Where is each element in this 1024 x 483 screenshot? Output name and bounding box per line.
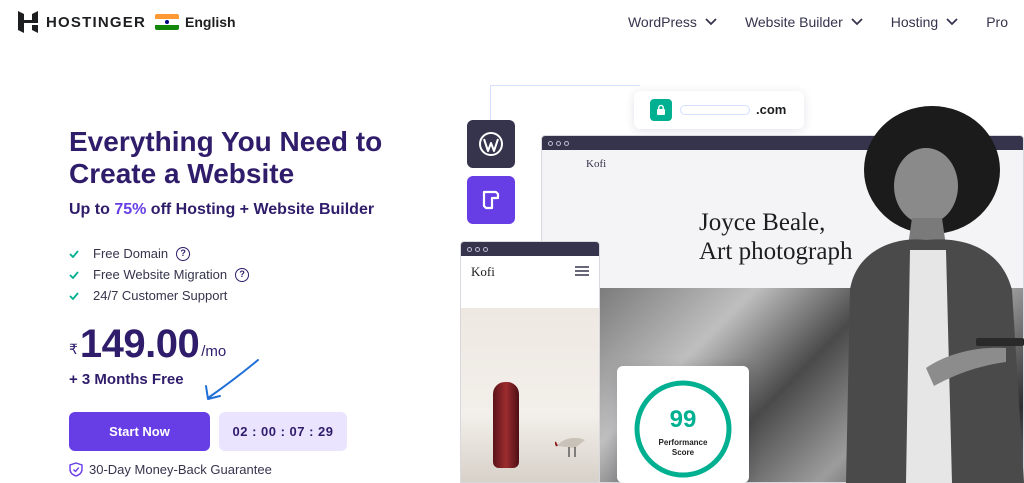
feature-label: Free Website Migration [93,267,228,282]
nav-item-website-builder[interactable]: Website Builder [745,14,863,30]
nav-item-label: Pro [986,14,1008,30]
shield-check-icon [69,462,83,477]
feature-item-free-domain: Free Domain ? [69,243,249,264]
vase-image [493,382,519,468]
hostinger-logo[interactable]: HOSTINGER [18,11,146,33]
nav-item-label: Website Builder [744,14,843,30]
countdown-timer: 02 : 00 : 07 : 29 [219,412,347,451]
chevron-down-icon [705,18,717,26]
nav-item-wordpress[interactable]: WordPress [628,14,717,30]
lock-icon [650,99,672,121]
main-nav: WordPress Website Builder Hosting Pro [628,14,1008,30]
website-builder-icon [467,176,515,224]
website-preview-mobile: Kofi [460,241,600,483]
bonus-offer: + 3 Months Free [69,371,184,388]
subtitle-suffix: off Hosting + Website Builder [146,201,375,218]
nav-item-hosting[interactable]: Hosting [891,14,958,30]
domain-card: .com [634,91,804,129]
subtitle-prefix: Up to [69,201,115,218]
person-photo [846,106,1024,483]
browser-titlebar [461,242,599,256]
nav-item-label: Hosting [890,14,939,30]
price-amount: 149.00 [79,322,200,366]
performance-score: 99 [669,406,697,433]
chevron-down-icon [851,18,863,26]
mobile-site-brand: Kofi [471,264,495,279]
language-selector[interactable]: English [155,14,236,30]
help-icon[interactable]: ? [235,267,250,282]
hand-drawn-arrow-icon [205,359,259,400]
wordpress-icon [467,120,515,168]
hero-title: Everything You Need to Create a Website [69,126,383,189]
hamburger-menu-icon [575,266,589,276]
help-icon[interactable]: ? [176,246,191,261]
performance-score-card: 99 Performance Score [617,366,749,483]
money-back-guarantee: 30-Day Money-Back Guarantee [69,462,272,477]
language-label: English [185,14,236,30]
feature-list: Free Domain ? Free Website Migration ? 2… [69,243,250,306]
feature-item-website-migration: Free Website Migration ? [69,264,250,285]
check-icon [69,291,79,300]
domain-input-mock [680,105,750,115]
hostinger-logo-icon [18,11,38,33]
feature-label: Free Domain [93,246,169,261]
start-now-button[interactable]: Start Now [69,412,210,451]
price-currency: ₹ [69,341,78,357]
nav-item-pro[interactable]: Pro [986,14,1008,30]
bird-figure-icon [555,438,585,457]
discount-percentage: 75% [114,201,147,218]
check-icon [69,249,79,258]
chevron-down-icon [946,18,958,26]
domain-tld: .com [756,102,787,117]
hero-subtitle: Up to 75% off Hosting + Website Builder [69,201,374,219]
nav-item-label: WordPress [627,14,697,30]
brand-name: HOSTINGER [46,13,146,31]
guarantee-label: 30-Day Money-Back Guarantee [89,462,272,477]
feature-item-customer-support: 24/7 Customer Support [69,285,249,306]
india-flag-icon [155,14,179,30]
check-icon [69,270,79,279]
connector-line [490,85,640,125]
feature-label: 24/7 Customer Support [93,288,228,303]
preview-site-brand: Kofi [586,158,607,170]
site-header: HOSTINGER English WordPress Website Buil… [0,0,1024,46]
performance-label: Performance Score [658,438,708,457]
